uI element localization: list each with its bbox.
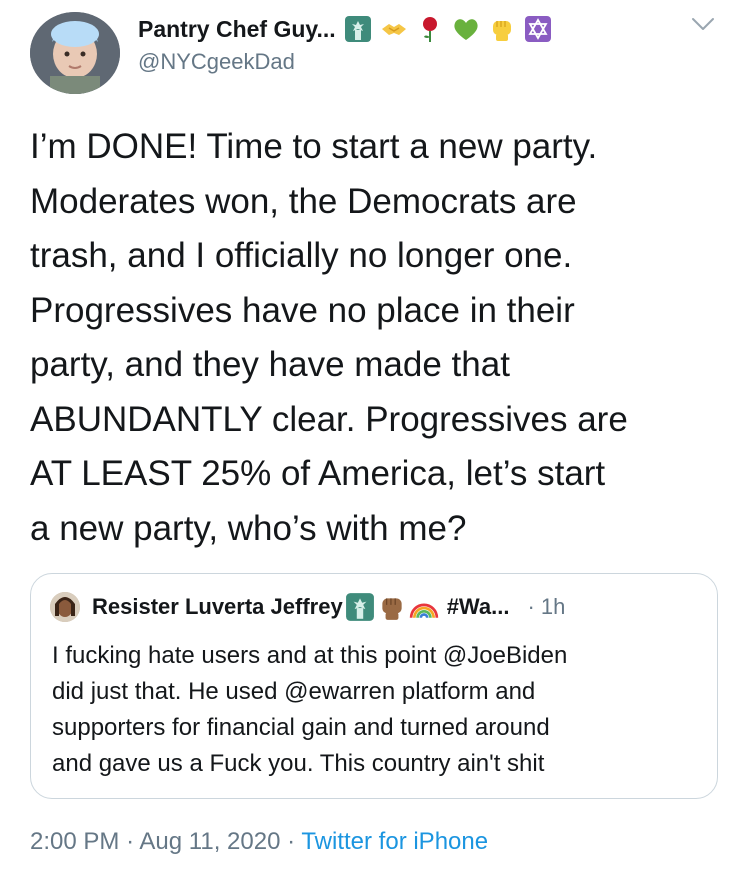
tweet-metadata: 2:00 PM · Aug 11, 2020 · Twitter for iPh… [30,828,488,856]
green-heart-icon [452,15,480,43]
author-name-row: Pantry Chef Guy... [138,12,560,46]
tweet-time[interactable]: 2:00 PM [30,828,119,855]
handshake-icon [380,15,408,43]
rose-icon [416,15,444,43]
statue-of-liberty-icon [345,592,375,622]
author-badges [344,15,560,43]
tweet-date[interactable]: Aug 11, 2020 [139,828,280,855]
statue-of-liberty-icon [344,15,372,43]
footer-separator: · [126,828,135,855]
rainbow-icon [409,592,439,622]
quoted-separator: · [527,594,535,619]
author-display-name[interactable]: Pantry Chef Guy... [138,16,336,43]
quoted-time: 1h [540,594,566,619]
author-avatar[interactable] [30,12,120,94]
quoted-hashtag: #Wa... [446,594,510,619]
raised-fist-icon [377,592,407,622]
quoted-author-name: Resister Luverta Jeffrey [92,594,343,619]
chevron-down-icon[interactable] [690,14,716,34]
tweet-source-link[interactable]: Twitter for iPhone [301,828,488,855]
raised-fist-icon [488,15,516,43]
quoted-tweet-header: Resister Luverta Jeffrey #Wa... · 1h [92,590,565,624]
footer-separator: · [287,828,296,855]
quoted-timestamp: · 1h [527,594,565,620]
author-handle[interactable]: @NYCgeekDad [138,49,295,75]
star-of-david-icon [524,15,552,43]
tweet-text: I’m DONE! Time to start a new party. Mod… [30,127,628,548]
quoted-author-avatar [50,592,80,622]
quoted-tweet-text: I fucking hate users and at this point @… [52,642,568,777]
